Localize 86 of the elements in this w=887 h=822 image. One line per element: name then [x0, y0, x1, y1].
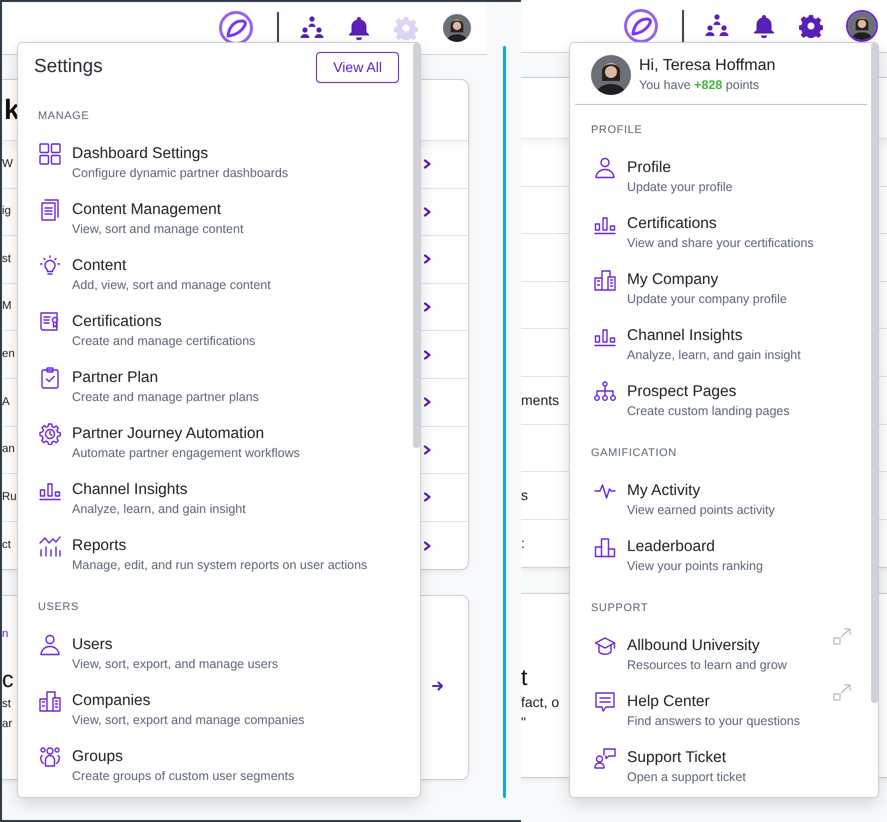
graduation-cap-icon [594, 635, 614, 657]
people-icon[interactable] [300, 16, 324, 40]
menu-item[interactable]: Content Management View, sort and manage content [18, 191, 412, 247]
section-heading: SUPPORT [590, 601, 650, 615]
chevron-icon[interactable] [423, 350, 432, 360]
scrollbar[interactable] [413, 43, 420, 448]
card-title: t [521, 663, 528, 692]
chevron-icon[interactable] [423, 302, 432, 312]
row-text: W [2, 156, 13, 172]
settings-icon[interactable] [799, 14, 823, 38]
view-all-button[interactable]: View All [316, 52, 399, 83]
menu-item[interactable]: Certifications View and share your certifications [570, 205, 870, 261]
line-chart-icon [39, 535, 61, 557]
menu-item[interactable]: Prospect Pages Create custom landing pages [570, 373, 870, 429]
row-text: ig [2, 204, 11, 220]
bell-icon[interactable] [752, 14, 776, 38]
people-icon[interactable] [705, 14, 729, 38]
row-text: st [2, 252, 11, 267]
greeting-text: Hi, Teresa Hoffman [639, 56, 776, 76]
menu-item[interactable]: Partner Journey Automation Automate partner engagement workflows [18, 415, 412, 471]
chevron-icon[interactable] [423, 540, 432, 551]
card-text: " [521, 713, 526, 732]
menu-item[interactable]: Allbound University Resources to learn and grow [570, 627, 870, 683]
menu-item[interactable]: Partner Plan Create and manage partner plans [18, 359, 412, 415]
row-text: ments [521, 390, 560, 410]
scrollbar[interactable] [871, 43, 878, 703]
user-icon [39, 634, 61, 656]
chevron-icon[interactable] [423, 444, 432, 455]
card-text: ar [2, 717, 12, 732]
row-text: an [2, 442, 15, 458]
menu-item[interactable]: Certifications Create and manage certifications [18, 303, 412, 359]
row-text: ct [2, 538, 11, 553]
chevron-icon[interactable] [423, 159, 432, 170]
grid-icon [39, 143, 61, 165]
menu-item[interactable]: Groups Create groups of custom user segments [18, 738, 412, 794]
menu-item[interactable]: Reports Manage, edit, and run system reports on user actions [18, 527, 412, 583]
arrow-icon[interactable] [432, 680, 444, 692]
gear-icon [39, 423, 61, 445]
document-icon [39, 199, 61, 221]
row-text: Ru [2, 490, 17, 505]
support-icon [594, 747, 614, 769]
section-heading: PROFILE [590, 123, 644, 137]
row-text: : [521, 534, 525, 554]
menu-item[interactable]: Dashboard Settings Configure dynamic partner dashboards [18, 135, 412, 191]
section-heading: GAMIFICATION [590, 446, 678, 460]
row-text: en [2, 347, 15, 362]
buildings-icon [594, 269, 614, 291]
podium-icon [594, 536, 614, 558]
org-chart-icon [594, 381, 614, 403]
menu-item[interactable]: My Activity View earned points activity [570, 472, 870, 528]
card-title: c [2, 665, 14, 694]
logo-button[interactable] [623, 8, 659, 44]
menu-item[interactable]: Channel Insights Analyze, learn, and gain insight [570, 317, 870, 373]
chevron-icon[interactable] [423, 206, 432, 217]
row-text: A [2, 394, 10, 410]
row-text: s [521, 486, 528, 505]
card-text: st [2, 697, 11, 712]
certificate-icon [39, 311, 61, 333]
chat-icon [594, 691, 614, 713]
menu-item[interactable]: My Company Update your company profile [570, 261, 870, 317]
clipboard-check-icon [39, 367, 61, 389]
link-text[interactable]: n [2, 626, 8, 644]
menu-item[interactable]: Users View, sort, export, and manage users [18, 626, 412, 682]
section-heading: MANAGE [37, 109, 90, 123]
points-text: You have +828 points [639, 77, 760, 94]
row-text: M [2, 299, 12, 314]
chevron-icon[interactable] [423, 492, 432, 502]
group-icon [39, 746, 61, 768]
menu-item[interactable]: Profile Update your profile [570, 149, 870, 205]
menu-item[interactable]: Channel Insights Analyze, learn, and gain insight [18, 471, 412, 527]
buildings-icon [39, 690, 61, 712]
card-text: fact, o [521, 693, 560, 712]
menu-item[interactable]: Leaderboard View your points ranking [570, 528, 870, 584]
section-heading: USERS [37, 600, 80, 614]
menu-item[interactable]: Support Ticket Open a support ticket [570, 739, 870, 795]
chevron-icon[interactable] [423, 397, 432, 408]
avatar-image [591, 55, 631, 95]
menu-item[interactable]: Companies View, sort, export and manage companies [18, 682, 412, 738]
user-icon [594, 157, 614, 179]
menu-item[interactable]: Content Add, view, sort and manage content [18, 247, 412, 303]
chevron-icon[interactable] [423, 254, 432, 264]
lightbulb-icon [39, 255, 61, 277]
avatar[interactable] [846, 10, 878, 42]
dropdown-title: Settings [34, 55, 103, 80]
menu-item[interactable]: Help Center Find answers to your questions [570, 683, 870, 739]
bell-icon[interactable] [347, 16, 371, 40]
